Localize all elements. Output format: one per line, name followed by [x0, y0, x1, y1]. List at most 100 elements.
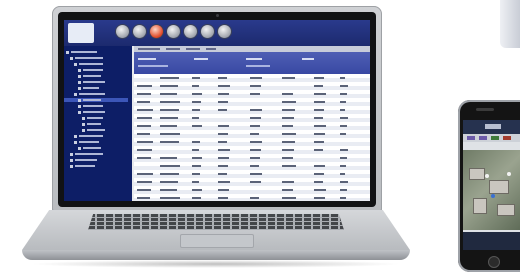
tree-item[interactable] [64, 140, 128, 144]
table-cell [160, 117, 178, 119]
tree-item[interactable] [64, 50, 128, 54]
toolbar-orb-icon[interactable] [201, 25, 214, 38]
table-row[interactable] [134, 194, 370, 201]
table-row[interactable] [134, 90, 370, 98]
tree-item[interactable] [64, 98, 128, 102]
app-title-bar [64, 20, 370, 46]
table-row[interactable] [134, 130, 370, 138]
phone-bottom-bar [463, 232, 520, 250]
table-row[interactable] [134, 82, 370, 90]
table-cell [160, 189, 177, 191]
phone-screen [463, 120, 520, 250]
tree-item[interactable] [64, 68, 128, 72]
tree-node-icon [66, 50, 69, 54]
table-cell [314, 85, 323, 87]
tree-item[interactable] [64, 74, 128, 78]
table-cell [282, 117, 294, 119]
table-row[interactable] [134, 138, 370, 146]
tree-item-text [83, 105, 103, 107]
tree-node-icon [74, 92, 77, 96]
table-row[interactable] [134, 146, 370, 154]
toolbar-orbs [116, 25, 231, 41]
table-row[interactable] [134, 162, 370, 170]
tree-item[interactable] [64, 164, 128, 168]
table-cell [218, 181, 230, 183]
tree-node-icon [78, 104, 81, 108]
toolbar-orb-icon[interactable] [150, 25, 163, 38]
tree-node-icon [74, 140, 77, 144]
table-cell [340, 117, 348, 119]
table-cell [282, 189, 293, 191]
table-cell [192, 181, 199, 183]
tree-item-text [83, 111, 105, 113]
phone-tab-strip [463, 134, 520, 142]
tree-item-text [83, 81, 105, 83]
table-cell [160, 85, 178, 87]
table-cell [218, 109, 227, 111]
table-cell [160, 109, 179, 111]
table-cell [160, 125, 177, 127]
tree-item[interactable] [64, 128, 128, 132]
tree-item[interactable] [64, 146, 128, 150]
table-cell [192, 165, 201, 167]
tree-item[interactable] [64, 122, 128, 126]
table-row[interactable] [134, 74, 370, 82]
table-row[interactable] [134, 114, 370, 122]
table-row[interactable] [134, 98, 370, 106]
table-cell [218, 77, 227, 79]
table-cell [314, 117, 323, 119]
tree-item-text [87, 117, 103, 119]
tree-node-icon [78, 86, 81, 90]
phone-home-button[interactable] [488, 256, 500, 268]
table-row[interactable] [134, 170, 370, 178]
tree-item-text [83, 75, 101, 77]
table-cell [250, 157, 260, 159]
toolbar-orb-icon[interactable] [167, 25, 180, 38]
table-row[interactable] [134, 154, 370, 162]
table-cell [250, 181, 261, 183]
toolbar-orb-icon[interactable] [218, 25, 231, 38]
toolbar-orb-icon[interactable] [133, 25, 146, 38]
tree-node-icon [70, 158, 73, 162]
table-cell [282, 109, 295, 111]
tree-item[interactable] [64, 104, 128, 108]
tree-item[interactable] [64, 92, 128, 96]
tree-item[interactable] [64, 158, 128, 162]
table-cell [250, 117, 261, 119]
tree-item[interactable] [64, 56, 128, 60]
tree-item-text [83, 99, 101, 101]
table-cell [250, 125, 260, 127]
table-cell [137, 101, 150, 103]
table-row[interactable] [134, 106, 370, 114]
table-cell [160, 133, 180, 135]
tree-item[interactable] [64, 110, 128, 114]
trackpad [180, 234, 254, 248]
tree-item-text [83, 87, 99, 89]
toolbar-orb-icon[interactable] [116, 25, 129, 38]
table-cell [340, 133, 346, 135]
toolbar-orb-icon[interactable] [184, 25, 197, 38]
table-cell [340, 93, 347, 95]
tree-item[interactable] [64, 86, 128, 90]
table-cell [314, 141, 324, 143]
table-cell [314, 173, 324, 175]
table-cell [160, 77, 179, 79]
tree-item[interactable] [64, 80, 128, 84]
tree-item[interactable] [64, 152, 128, 156]
table-row[interactable] [134, 186, 370, 194]
table-cell [137, 141, 153, 143]
table-cell [160, 197, 180, 199]
tree-node-icon [78, 74, 81, 78]
tree-item[interactable] [64, 134, 128, 138]
product-photo-scene [0, 0, 520, 272]
tree-item[interactable] [64, 62, 128, 66]
laptop-bezel [58, 12, 376, 207]
tree-item[interactable] [64, 116, 128, 120]
table-cell [192, 157, 202, 159]
table-cell [192, 85, 199, 87]
table-cell [160, 165, 180, 167]
table-cell [218, 157, 229, 159]
table-row[interactable] [134, 122, 370, 130]
table-cell [137, 117, 152, 119]
table-row[interactable] [134, 178, 370, 186]
